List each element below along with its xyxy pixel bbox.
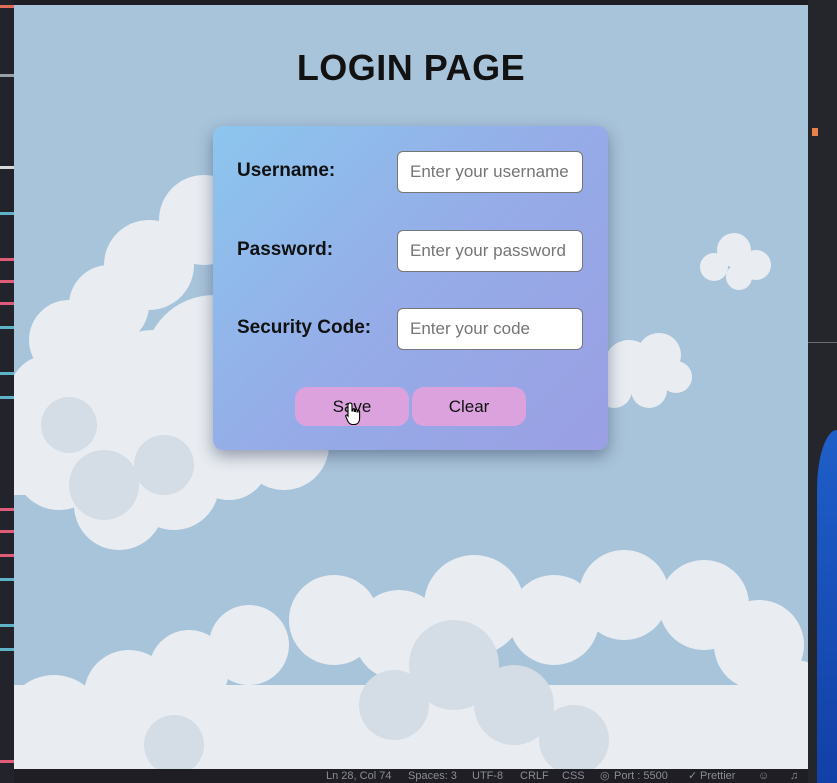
broadcast-icon[interactable]: ◎ [600, 769, 610, 783]
check-icon: ✓ [688, 770, 698, 782]
login-form-card: Username: Password: Security Code: Save … [213, 126, 608, 450]
code-fragment [0, 396, 14, 399]
code-fragment [0, 212, 14, 215]
clear-button[interactable]: Clear [412, 387, 526, 426]
indentation[interactable]: Spaces: 3 [408, 769, 457, 783]
password-label: Password: [237, 239, 334, 260]
code-fragment [0, 648, 14, 651]
live-server-port[interactable]: Port : 5500 [614, 769, 668, 783]
username-label: Username: [237, 160, 336, 181]
bell-icon[interactable]: ♫ [790, 769, 798, 783]
code-fragment [0, 280, 14, 283]
code-fragment [0, 624, 14, 627]
cursor-position[interactable]: Ln 28, Col 74 [326, 769, 391, 783]
line-ending[interactable]: CRLF [520, 769, 549, 783]
code-fragment [0, 74, 14, 77]
code-editor-strip [0, 0, 14, 783]
username-row: Username: [237, 151, 583, 193]
page-title: LOGIN PAGE [296, 47, 526, 88]
code-fragment [0, 554, 14, 557]
desktop-wallpaper [817, 430, 837, 783]
security-code-input[interactable] [397, 308, 583, 350]
password-input[interactable] [397, 230, 583, 272]
prettier-status[interactable]: Prettier [700, 769, 735, 783]
encoding[interactable]: UTF-8 [472, 769, 503, 783]
panel-divider [808, 342, 837, 343]
code-fragment [0, 326, 14, 329]
username-input[interactable] [397, 151, 583, 193]
code-fragment [0, 372, 14, 375]
code-fragment [0, 508, 14, 511]
code-fragment [0, 760, 14, 763]
language-mode[interactable]: CSS [562, 769, 585, 783]
security-code-row: Security Code: [237, 308, 583, 350]
hand-pointer-icon [345, 402, 361, 426]
account-icon[interactable]: ☺ [758, 769, 769, 783]
editor-marker [812, 128, 818, 136]
password-row: Password: [237, 230, 583, 272]
code-fragment [0, 530, 14, 533]
security-code-label: Security Code: [237, 317, 372, 338]
editor-status-bar: Ln 28, Col 74 Spaces: 3 UTF-8 CRLF CSS ◎… [14, 769, 808, 783]
code-fragment [0, 5, 14, 8]
code-fragment [0, 578, 14, 581]
code-fragment [0, 166, 14, 169]
code-fragment [0, 258, 14, 261]
code-fragment [0, 302, 14, 305]
browser-viewport: LOGIN PAGE Username: Password: Security … [14, 5, 808, 769]
